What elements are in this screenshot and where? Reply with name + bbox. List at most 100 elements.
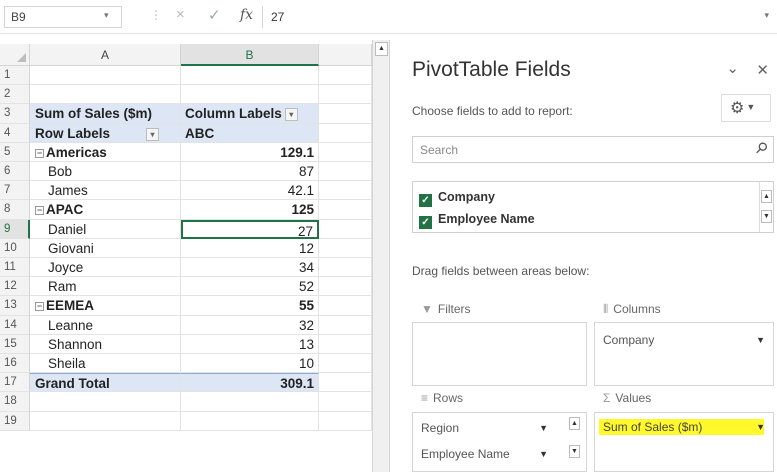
pivot-value-cell[interactable]: 34 — [181, 258, 319, 278]
chevron-down-icon[interactable]: ▼ — [539, 449, 548, 459]
row-header[interactable]: 13 — [0, 296, 30, 316]
scroll-up-icon[interactable]: ▲ — [569, 417, 580, 430]
cell[interactable] — [181, 411, 319, 431]
pivot-item-cell[interactable]: James — [30, 181, 181, 201]
row-header[interactable]: 14 — [0, 315, 30, 335]
formula-input[interactable]: 27 — [262, 6, 762, 28]
grand-total-label[interactable]: Grand Total — [30, 373, 181, 393]
column-header-a[interactable]: A — [30, 44, 181, 66]
cell[interactable] — [319, 315, 372, 335]
cell[interactable] — [319, 142, 372, 162]
pivot-item-cell[interactable]: Ram — [30, 277, 181, 297]
cell[interactable] — [319, 104, 372, 124]
cell[interactable] — [319, 354, 372, 374]
row-header[interactable]: 2 — [0, 85, 30, 105]
pivot-group-cell[interactable]: − APAC — [30, 200, 181, 220]
checkbox-checked-icon[interactable]: ✓ — [419, 194, 432, 207]
row-header[interactable]: 12 — [0, 277, 30, 297]
scroll-up-icon[interactable]: ▲ — [375, 42, 388, 56]
cell[interactable] — [319, 238, 372, 258]
chevron-down-icon[interactable]: ▼ — [539, 423, 548, 433]
insert-function-button[interactable]: fx — [240, 7, 253, 23]
cell[interactable] — [30, 85, 181, 105]
cell[interactable] — [319, 66, 372, 86]
row-header[interactable]: 8 — [0, 200, 30, 220]
pivot-subtotal-cell[interactable]: 125 — [181, 200, 319, 220]
column-labels-filter-icon[interactable]: ▾ — [284, 108, 298, 122]
grand-total-value[interactable]: 309.1 — [181, 373, 319, 393]
pivot-value-cell[interactable]: 12 — [181, 238, 319, 258]
pivot-value-cell[interactable]: 13 — [181, 334, 319, 354]
cell[interactable] — [30, 66, 181, 86]
field-item-company[interactable]: ✓ Company — [419, 190, 495, 207]
chevron-down-icon[interactable]: ▼ — [756, 335, 765, 345]
collapse-icon[interactable]: − — [35, 206, 44, 216]
cell[interactable] — [319, 373, 372, 393]
row-header[interactable]: 17 — [0, 373, 30, 393]
row-header[interactable]: 9 — [0, 219, 30, 239]
column-header-c[interactable] — [319, 44, 372, 66]
row-header[interactable]: 10 — [0, 238, 30, 258]
cell[interactable] — [181, 66, 319, 86]
values-drop-area[interactable]: Sum of Sales ($m) ▼ — [594, 412, 774, 472]
pivot-value-cell[interactable]: 52 — [181, 277, 319, 297]
pivot-group-cell[interactable]: − EEMEA — [30, 296, 181, 316]
enter-icon[interactable]: ✓ — [208, 6, 221, 24]
columns-field-company[interactable]: Company — [603, 333, 654, 347]
vertical-scrollbar[interactable]: ▲ — [372, 40, 390, 472]
row-labels-filter-icon[interactable]: ▾ — [146, 127, 160, 141]
row-header[interactable]: 19 — [0, 411, 30, 431]
row-header[interactable]: 18 — [0, 392, 30, 412]
cell[interactable] — [319, 258, 372, 278]
tools-button[interactable]: ⚙ ▼ — [721, 94, 771, 122]
filters-drop-area[interactable] — [412, 322, 587, 386]
cell[interactable] — [181, 85, 319, 105]
cell[interactable] — [319, 200, 372, 220]
cancel-icon[interactable]: × — [176, 6, 185, 23]
chevron-down-icon[interactable]: ▼ — [756, 422, 765, 432]
close-icon[interactable]: ✕ — [756, 61, 769, 79]
pivot-data-field-label[interactable]: Sum of Sales ($m) — [30, 104, 181, 124]
row-header[interactable]: 7 — [0, 181, 30, 201]
field-item-employee-name[interactable]: ✓ Employee Name — [419, 212, 535, 229]
cell[interactable] — [319, 277, 372, 297]
cell[interactable] — [319, 85, 372, 105]
row-header[interactable]: 6 — [0, 162, 30, 182]
pivot-item-cell[interactable]: Joyce — [30, 258, 181, 278]
row-header[interactable]: 15 — [0, 334, 30, 354]
pivot-value-cell[interactable]: 32 — [181, 315, 319, 335]
scroll-down-icon[interactable]: ▼ — [761, 210, 772, 223]
pivot-item-cell[interactable]: Giovani — [30, 238, 181, 258]
cell[interactable] — [319, 392, 372, 412]
pane-options-chevron-icon[interactable]: ⌄ — [726, 59, 739, 77]
pivot-item-cell[interactable]: Daniel — [30, 219, 181, 239]
cell[interactable] — [319, 181, 372, 201]
values-field-sum-of-sales[interactable]: Sum of Sales ($m) — [599, 419, 764, 435]
cell[interactable] — [319, 123, 372, 143]
row-header[interactable]: 3 — [0, 104, 30, 124]
collapse-icon[interactable]: − — [35, 302, 44, 312]
columns-drop-area[interactable]: Company ▼ — [594, 322, 774, 386]
pivot-group-cell[interactable]: − Americas — [30, 142, 181, 162]
rows-field-employee-name[interactable]: Employee Name — [421, 447, 510, 461]
worksheet-grid[interactable]: A B 1 2 3 Sum of Sales ($m) Column Label… — [0, 44, 372, 472]
row-header[interactable]: 16 — [0, 354, 30, 374]
cell[interactable] — [319, 411, 372, 431]
checkbox-checked-icon[interactable]: ✓ — [419, 216, 432, 229]
expand-formula-bar-icon[interactable]: ▾ — [764, 10, 769, 21]
pivot-item-cell[interactable]: Leanne — [30, 315, 181, 335]
field-list-scrollbar[interactable]: ▲ ▼ — [759, 182, 773, 232]
pivot-subtotal-cell[interactable]: 55 — [181, 296, 319, 316]
active-cell[interactable]: 27 — [181, 219, 319, 239]
cell[interactable] — [319, 219, 372, 239]
scroll-down-icon[interactable]: ▼ — [569, 445, 580, 458]
search-input[interactable]: Search ⚲ — [412, 136, 774, 163]
cell[interactable] — [319, 296, 372, 316]
row-header[interactable]: 1 — [0, 66, 30, 86]
pivot-item-cell[interactable]: Bob — [30, 162, 181, 182]
name-box-dropdown-icon[interactable]: ▾ — [104, 10, 109, 21]
pivot-item-cell[interactable]: Sheila — [30, 354, 181, 374]
pivot-value-cell[interactable]: 42.1 — [181, 181, 319, 201]
collapse-icon[interactable]: − — [35, 148, 44, 158]
select-all-button[interactable] — [0, 44, 30, 66]
